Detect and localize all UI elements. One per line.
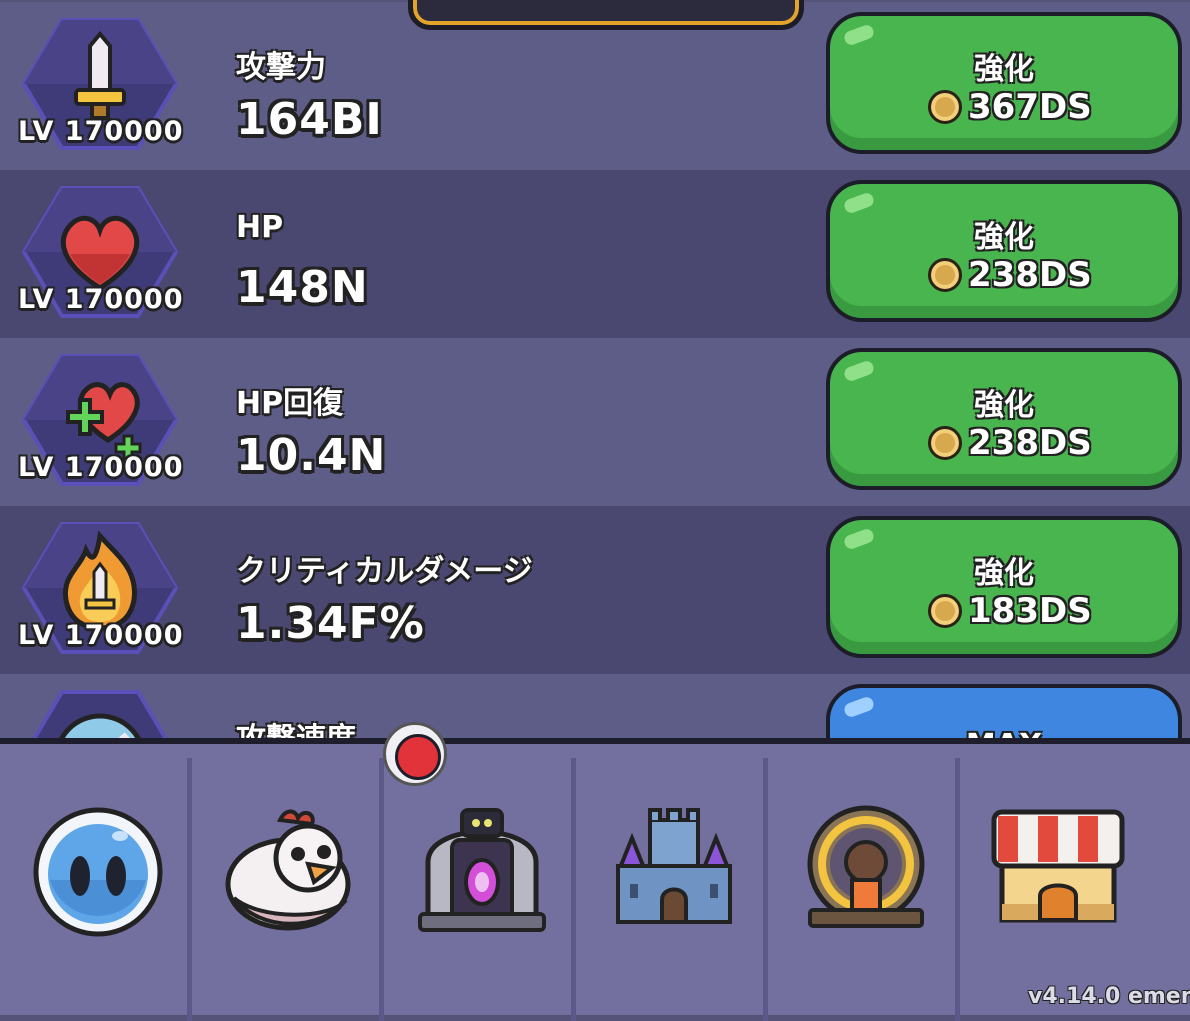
stat-upgrade-list: LV 170000 攻撃力 164BI 強化 367DS LV 170000 H… bbox=[0, 0, 1190, 740]
stat-value: 164BI bbox=[236, 94, 383, 145]
level-label: LV 170000 bbox=[18, 620, 184, 651]
cost-amount: 238DS bbox=[968, 255, 1092, 295]
stat-value: 1.34F% bbox=[236, 598, 425, 649]
version-label: v4.14.0 emen bbox=[1028, 984, 1190, 1009]
upgrade-label: 強化 bbox=[974, 52, 1034, 87]
tab-slime[interactable] bbox=[0, 758, 186, 1021]
upgrade-button[interactable]: 強化 367DS bbox=[826, 12, 1182, 154]
summon-gate-icon bbox=[807, 805, 925, 928]
portal-gate-icon bbox=[418, 808, 546, 932]
stat-name: HP回復 bbox=[236, 386, 344, 421]
stat-name: HP bbox=[236, 210, 284, 245]
castle-icon bbox=[616, 808, 732, 924]
bottom-tab-bar bbox=[0, 738, 1190, 1021]
cost: 238DS bbox=[928, 255, 1092, 295]
stat-row-hp-regen: LV 170000 HP回復 10.4N 強化 238DS bbox=[0, 338, 1190, 506]
stat-row-attack-speed: 攻撃速度 MAX bbox=[0, 674, 1190, 740]
coin-icon bbox=[928, 90, 962, 124]
cost-amount: 183DS bbox=[968, 591, 1092, 631]
tab-summon[interactable] bbox=[763, 758, 954, 1021]
coin-icon bbox=[928, 594, 962, 628]
upgrade-label: 強化 bbox=[974, 556, 1034, 591]
tab-portal[interactable] bbox=[379, 758, 570, 1021]
speed-gauge-icon bbox=[22, 688, 178, 740]
upgrade-label: 強化 bbox=[974, 220, 1034, 255]
stat-name: クリティカルダメージ bbox=[236, 554, 533, 589]
blue-slime-icon bbox=[33, 807, 163, 937]
stat-value: 148N bbox=[236, 262, 369, 313]
stat-value: 10.4N bbox=[236, 430, 387, 481]
cost: 238DS bbox=[928, 423, 1092, 463]
coin-icon bbox=[928, 426, 962, 460]
upgrade-button[interactable]: 強化 238DS bbox=[826, 348, 1182, 490]
upgrade-button[interactable]: 強化 238DS bbox=[826, 180, 1182, 322]
max-button[interactable]: MAX bbox=[826, 684, 1182, 740]
level-label: LV 170000 bbox=[18, 284, 184, 315]
stat-row-critical-damage: LV 170000 クリティカルダメージ 1.34F% 強化 183DS bbox=[0, 506, 1190, 674]
upgrade-button[interactable]: 強化 183DS bbox=[826, 516, 1182, 658]
cost: 367DS bbox=[928, 87, 1092, 127]
top-banner bbox=[408, 0, 804, 30]
cost-amount: 238DS bbox=[968, 423, 1092, 463]
stat-name: 攻撃力 bbox=[236, 50, 326, 85]
cost: 183DS bbox=[928, 591, 1092, 631]
stat-row-hp: LV 170000 HP 148N 強化 238DS bbox=[0, 170, 1190, 338]
cost-amount: 367DS bbox=[968, 87, 1092, 127]
tab-castle[interactable] bbox=[571, 758, 762, 1021]
notification-badge bbox=[383, 722, 447, 786]
tab-shop[interactable] bbox=[955, 758, 1146, 1021]
level-label: LV 170000 bbox=[18, 452, 184, 483]
upgrade-label: 強化 bbox=[974, 388, 1034, 423]
level-label: LV 170000 bbox=[18, 116, 184, 147]
shop-icon bbox=[991, 809, 1125, 923]
tab-chicken[interactable] bbox=[187, 758, 378, 1021]
stat-name: 攻撃速度 bbox=[236, 722, 356, 740]
coin-icon bbox=[928, 258, 962, 292]
chicken-icon bbox=[225, 809, 351, 931]
